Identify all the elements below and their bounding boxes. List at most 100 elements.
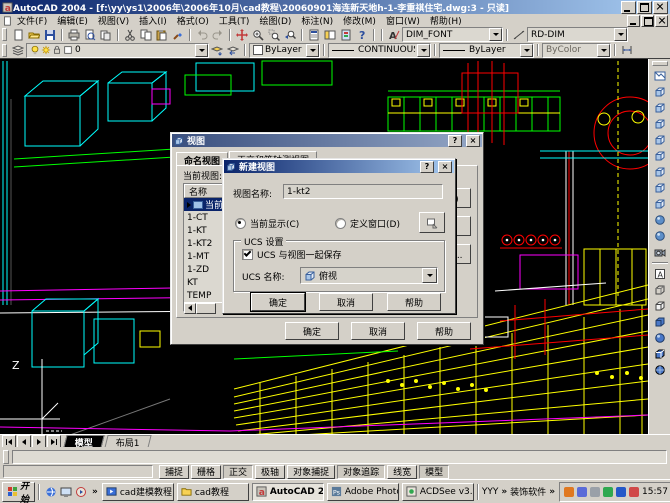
command-input[interactable] [12,450,667,464]
text-style-combo[interactable]: DIM_FONT [402,27,503,42]
menu-draw[interactable]: 绘图(D) [254,14,296,27]
status-ortho-button[interactable]: 正交 [223,465,253,479]
flat-shaded-button[interactable] [651,314,669,330]
lineweight-dropdown-button[interactable] [520,44,533,57]
redo-button[interactable] [210,28,226,42]
color-combo[interactable]: ByLayer [249,43,320,58]
tray-green-arrow-icon[interactable] [603,487,613,497]
status-osnap-button[interactable]: 对象捕捉 [287,465,335,479]
doc-minimize-button[interactable] [627,15,640,27]
designcenter-button[interactable] [322,28,338,42]
save-button[interactable] [42,28,58,42]
new-view-help-titlebar-button[interactable]: ? [420,161,434,173]
new-view-cancel-button[interactable]: 取消 [319,293,373,311]
status-polar-button[interactable]: 极轴 [255,465,285,479]
back-view-button[interactable] [651,164,669,180]
menu-dimension[interactable]: 标注(N) [296,14,338,27]
tray-colorful-icon[interactable] [629,487,639,497]
internet-explorer-button[interactable] [43,484,58,500]
status-lwt-button[interactable]: 线宽 [387,465,417,479]
radio-current-display[interactable]: 当前显示(C) [235,217,299,230]
menu-help[interactable]: 帮助(H) [425,14,467,27]
view-cancel-button[interactable]: 取消 [351,322,405,340]
status-model-space-button[interactable]: 模型 [419,465,449,479]
plot-preview-button[interactable] [82,28,98,42]
view-dialog-close-button[interactable]: × [466,135,480,147]
desktop-toolbar-decor-software-overflow-button[interactable]: » [548,487,556,497]
doc-close-button[interactable] [655,15,668,27]
doc-restore-button[interactable] [641,15,654,27]
camera-button[interactable] [651,244,669,260]
task-photoshop[interactable]: PsAdobe Photo... [327,483,399,501]
right-view-button[interactable] [651,132,669,148]
layers-button[interactable] [10,43,26,57]
layer-dropdown-button[interactable] [195,44,208,57]
view-dialog-help-button[interactable]: ? [448,135,462,147]
publish-button[interactable] [98,28,114,42]
flat-shaded-edges-button[interactable] [651,346,669,362]
bottom-view-button[interactable] [651,100,669,116]
match-properties-button[interactable] [170,28,186,42]
undo-button[interactable] [194,28,210,42]
layer-combo[interactable]: 0 [26,43,209,58]
view-dialog-titlebar[interactable]: 视图 ? × [172,134,482,147]
layer-previous-button[interactable] [225,43,241,57]
toolbar-grip[interactable] [652,61,668,66]
menu-tools[interactable]: 工具(T) [214,14,255,27]
text-style-dropdown-button[interactable] [489,28,502,41]
menu-format[interactable]: 格式(O) [172,14,214,27]
plot-button[interactable] [66,28,82,42]
new-view-dialog-titlebar[interactable]: 新建视图 ? × [224,160,454,173]
task-cad-modeling-video[interactable]: cad建模教程... [102,483,174,501]
color-dropdown-button[interactable] [306,44,319,57]
text-style-button[interactable]: A [386,28,402,42]
zoom-realtime-button[interactable] [250,28,266,42]
lineweight-combo[interactable]: ByLayer [439,43,534,58]
start-button[interactable]: 开始 [2,482,35,502]
task-autocad[interactable]: aAutoCAD 200... [252,483,324,501]
minimize-button[interactable] [621,1,636,14]
tray-blue-icon[interactable] [577,487,587,497]
menu-window[interactable]: 窗口(W) [381,14,425,27]
zoom-window-button[interactable] [266,28,282,42]
linetype-dropdown-button[interactable] [417,44,430,57]
linear-dimension-button[interactable] [619,43,635,57]
toolbar-grip[interactable] [2,44,7,57]
scroll-left-button[interactable] [184,303,196,314]
tray-gray-icon[interactable] [590,487,600,497]
tray-orange-icon[interactable] [564,487,574,497]
view-name-input[interactable]: 1-kt2 [283,184,443,199]
linetype-combo[interactable]: CONTINUOUS [328,43,431,58]
new-view-help-button[interactable]: 帮助 [387,293,441,311]
3d-wireframe-button[interactable] [651,282,669,298]
menu-insert[interactable]: 插入(I) [134,14,172,27]
open-file-button[interactable] [26,28,42,42]
radio-define-window[interactable]: 定义窗口(D) [335,217,400,230]
ucs-save-checkbox[interactable]: UCS 与视图一起保存 [242,248,341,261]
dim-style-combo[interactable]: RD-DIM [527,27,628,42]
gouraud-shaded-button[interactable] [651,330,669,346]
tool-palettes-button[interactable] [338,28,354,42]
desktop-toolbar-yyy[interactable]: YYY [482,487,499,497]
cut-button[interactable] [122,28,138,42]
menu-view[interactable]: 视图(V) [93,14,134,27]
desktop-toolbar-decor-software[interactable]: 装饰软件 [510,485,546,498]
copy-button[interactable] [138,28,154,42]
desktop-toolbar-yyy-overflow-button[interactable]: » [500,487,508,497]
menu-edit[interactable]: 编辑(E) [52,14,93,27]
define-window-pick-button[interactable] [419,212,445,233]
status-snap-button[interactable]: 捕捉 [159,465,189,479]
zoom-previous-button[interactable] [282,28,298,42]
top-view-button[interactable] [651,84,669,100]
dim-style-button[interactable] [511,28,527,42]
view-help-button[interactable]: 帮助 [417,322,471,340]
layer-current-button[interactable] [209,43,225,57]
task-acdsee[interactable]: ACDSee v3.1... [402,483,474,501]
menu-file[interactable]: 文件(F) [12,14,52,27]
scrollbar-thumb[interactable] [196,303,216,314]
ne-isometric-button[interactable] [651,212,669,228]
view-ok-button[interactable]: 确定 [285,322,339,340]
quick-launch-overflow-button[interactable]: » [91,487,99,497]
se-isometric-button[interactable] [651,196,669,212]
show-desktop-button[interactable] [58,484,73,500]
